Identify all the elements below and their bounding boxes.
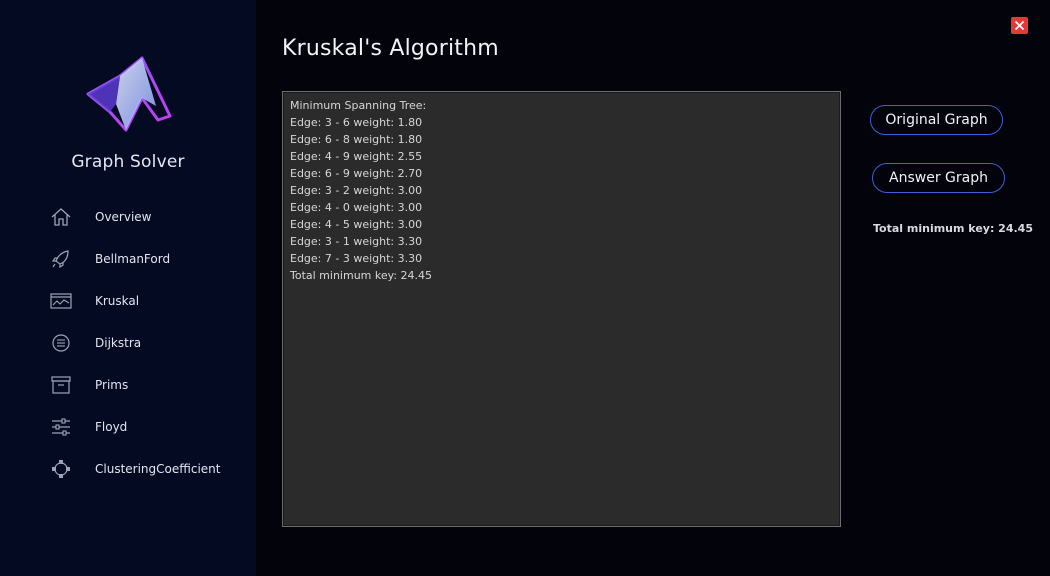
rocket-icon (51, 250, 69, 269)
result-textbox[interactable]: Minimum Spanning Tree: Edge: 3 - 6 weigh… (282, 91, 841, 527)
home-icon (51, 208, 71, 226)
page-title: Kruskal's Algorithm (282, 36, 499, 61)
chart-window-icon (50, 293, 72, 309)
network-icon (52, 460, 70, 478)
app-logo-icon (86, 56, 172, 132)
sidebar-nav: Overview BellmanFord Kruskal Dijkstra Pr… (0, 196, 256, 490)
result-line: Total minimum key: 24.45 (290, 269, 433, 282)
result-line: Edge: 4 - 9 weight: 2.55 (290, 150, 423, 163)
sidebar: Graph Solver Overview BellmanFord Kruska… (0, 0, 256, 576)
sidebar-item-bellmanford[interactable]: BellmanFord (0, 238, 256, 280)
sidebar-item-floyd[interactable]: Floyd (0, 406, 256, 448)
result-line: Edge: 4 - 5 weight: 3.00 (290, 218, 423, 231)
sidebar-item-kruskal[interactable]: Kruskal (0, 280, 256, 322)
close-button[interactable] (1011, 17, 1028, 34)
result-line: Minimum Spanning Tree: (290, 99, 427, 112)
sidebar-item-label: Overview (95, 210, 152, 224)
result-line: Edge: 3 - 2 weight: 3.00 (290, 184, 423, 197)
sidebar-item-label: Kruskal (95, 294, 140, 308)
circle-list-icon (52, 334, 70, 352)
total-minimum-key-label: Total minimum key: 24.45 (873, 222, 1033, 235)
result-line: Edge: 6 - 9 weight: 2.70 (290, 167, 423, 180)
sidebar-item-overview[interactable]: Overview (0, 196, 256, 238)
sidebar-item-dijkstra[interactable]: Dijkstra (0, 322, 256, 364)
sliders-icon (52, 418, 70, 436)
sidebar-item-label: ClusteringCoefficient (95, 462, 221, 476)
result-line: Edge: 4 - 0 weight: 3.00 (290, 201, 423, 214)
sidebar-item-label: BellmanFord (95, 252, 171, 266)
result-line: Edge: 3 - 1 weight: 3.30 (290, 235, 423, 248)
result-line: Edge: 3 - 6 weight: 1.80 (290, 116, 423, 129)
result-line: Edge: 6 - 8 weight: 1.80 (290, 133, 423, 146)
original-graph-button[interactable]: Original Graph (870, 105, 1003, 135)
answer-graph-button[interactable]: Answer Graph (872, 163, 1005, 193)
sidebar-item-clusteringcoefficient[interactable]: ClusteringCoefficient (0, 448, 256, 490)
sidebar-item-label: Dijkstra (95, 336, 142, 350)
sidebar-item-prims[interactable]: Prims (0, 364, 256, 406)
app-window: Graph Solver Overview BellmanFord Kruska… (0, 0, 1050, 576)
result-line: Edge: 7 - 3 weight: 3.30 (290, 252, 423, 265)
archive-box-icon (51, 376, 71, 394)
sidebar-item-label: Floyd (95, 420, 128, 434)
sidebar-item-label: Prims (95, 378, 129, 392)
close-icon (1014, 20, 1025, 31)
app-title: Graph Solver (71, 152, 185, 172)
